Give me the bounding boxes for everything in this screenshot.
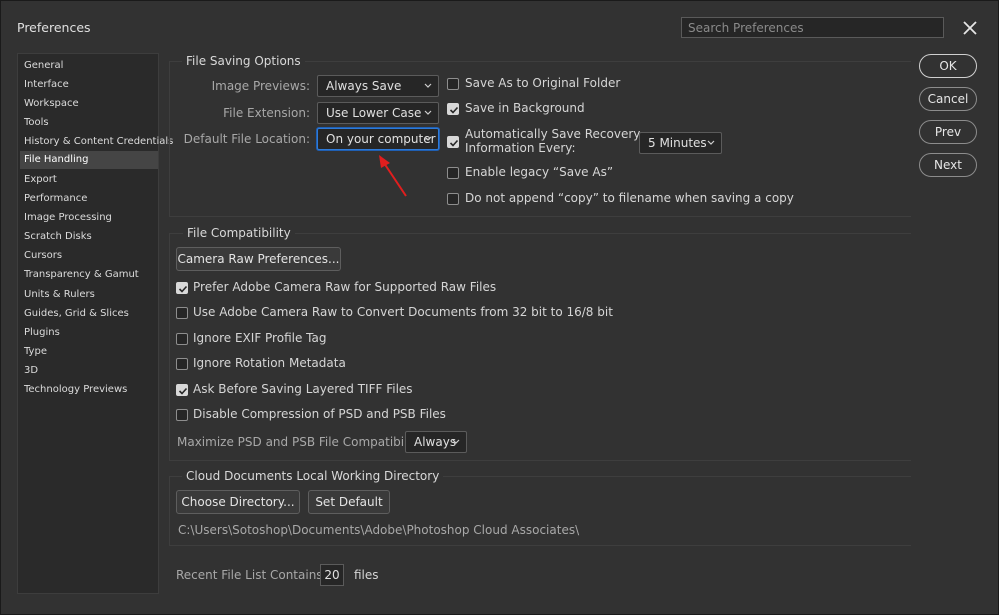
sidebar-item-file-handling[interactable]: File Handling	[20, 151, 158, 169]
legacy-save-as-checkbox[interactable]	[447, 167, 459, 179]
maximize-compatibility-select[interactable]: Always	[405, 431, 467, 453]
disable-compression-label: Disable Compression of PSD and PSB Files	[193, 407, 446, 421]
sidebar-item-export[interactable]: Export	[20, 171, 158, 189]
next-button[interactable]: Next	[919, 153, 977, 177]
sidebar-item-interface[interactable]: Interface	[20, 76, 158, 94]
set-default-button[interactable]: Set Default	[308, 490, 390, 514]
no-append-copy-label: Do not append “copy” to filename when sa…	[465, 191, 794, 205]
checkmark-icon	[449, 139, 459, 147]
default-file-location-select[interactable]: On your computer	[317, 128, 439, 150]
chevron-down-icon	[423, 79, 433, 89]
save-in-background-checkbox[interactable]	[447, 103, 459, 115]
recent-file-suffix: files	[354, 568, 379, 582]
legacy-save-as-label: Enable legacy “Save As”	[465, 165, 614, 179]
auto-save-label-line1: Automatically Save Recovery	[465, 127, 641, 141]
sidebar-item-units-rulers[interactable]: Units & Rulers	[20, 286, 158, 304]
recent-file-list-label: Recent File List Contains:	[176, 568, 327, 582]
ask-layered-tiff-checkbox[interactable]	[176, 384, 188, 396]
cancel-button[interactable]: Cancel	[919, 87, 977, 111]
search-preferences-input[interactable]	[681, 17, 944, 38]
auto-save-label-line2: Information Every:	[465, 141, 576, 155]
ok-button[interactable]: OK	[919, 54, 977, 78]
default-file-location-label: Default File Location:	[183, 132, 310, 146]
ignore-exif-checkbox[interactable]	[176, 333, 188, 345]
chevron-down-icon	[423, 106, 433, 116]
recent-file-count-input[interactable]: 20	[320, 564, 344, 586]
ask-layered-tiff-label: Ask Before Saving Layered TIFF Files	[193, 382, 413, 396]
checkmark-icon	[449, 106, 459, 114]
category-sidebar: General Interface Workspace Tools Histor…	[17, 53, 173, 594]
file-saving-options-title: File Saving Options	[182, 54, 305, 68]
sidebar-item-technology-previews[interactable]: Technology Previews	[20, 381, 158, 399]
save-in-background-label: Save in Background	[465, 101, 585, 115]
ignore-rotation-checkbox[interactable]	[176, 358, 188, 370]
sidebar-item-general[interactable]: General	[20, 57, 158, 75]
file-extension-label: File Extension:	[223, 106, 310, 120]
maximize-compatibility-value: Always	[414, 435, 457, 449]
prev-button[interactable]: Prev	[919, 120, 977, 144]
sidebar-item-history[interactable]: History & Content Credentials	[20, 133, 173, 151]
maximize-compatibility-label: Maximize PSD and PSB File Compatibility:	[177, 435, 426, 449]
title-bar: Preferences	[1, 1, 998, 43]
prefer-camera-raw-checkbox[interactable]	[176, 282, 188, 294]
camera-raw-preferences-button[interactable]: Camera Raw Preferences...	[176, 247, 341, 271]
annotation-arrow-icon	[379, 155, 407, 197]
auto-save-interval-value: 5 Minutes	[648, 136, 707, 150]
sidebar-item-3d[interactable]: 3D	[20, 362, 158, 380]
no-append-copy-checkbox[interactable]	[447, 193, 459, 205]
choose-directory-button[interactable]: Choose Directory...	[176, 490, 300, 514]
sidebar-item-guides[interactable]: Guides, Grid & Slices	[20, 305, 158, 323]
save-as-original-label: Save As to Original Folder	[465, 76, 621, 90]
image-previews-value: Always Save	[326, 79, 402, 93]
ignore-exif-label: Ignore EXIF Profile Tag	[193, 331, 327, 345]
image-previews-label: Image Previews:	[211, 79, 310, 93]
sidebar-item-tools[interactable]: Tools	[20, 114, 158, 132]
cloud-directory-path: C:\Users\Sotoshop\Documents\Adobe\Photos…	[178, 523, 580, 537]
preferences-dialog: Preferences General Interface Workspace …	[0, 0, 999, 615]
checkmark-icon	[178, 387, 188, 395]
chevron-down-icon	[706, 136, 716, 146]
file-extension-value: Use Lower Case	[326, 106, 422, 120]
sidebar-item-cursors[interactable]: Cursors	[20, 247, 158, 265]
checkmark-icon	[178, 285, 188, 293]
convert-32bit-label: Use Adobe Camera Raw to Convert Document…	[193, 305, 613, 319]
chevron-down-icon	[451, 435, 461, 445]
file-compatibility-title: File Compatibility	[183, 226, 295, 240]
sidebar-item-type[interactable]: Type	[20, 343, 158, 361]
prefer-camera-raw-label: Prefer Adobe Camera Raw for Supported Ra…	[193, 280, 497, 294]
ignore-rotation-label: Ignore Rotation Metadata	[193, 356, 346, 370]
default-file-location-value: On your computer	[326, 132, 436, 146]
sidebar-item-workspace[interactable]: Workspace	[20, 95, 158, 113]
auto-save-interval-select[interactable]: 5 Minutes	[639, 132, 722, 154]
sidebar-item-scratch-disks[interactable]: Scratch Disks	[20, 228, 158, 246]
sidebar-item-transparency[interactable]: Transparency & Gamut	[20, 266, 158, 284]
sidebar-item-image-processing[interactable]: Image Processing	[20, 209, 158, 227]
sidebar-item-performance[interactable]: Performance	[20, 190, 158, 208]
cloud-documents-title: Cloud Documents Local Working Directory	[182, 469, 444, 483]
save-as-original-checkbox[interactable]	[447, 78, 459, 90]
dialog-title: Preferences	[17, 20, 91, 35]
image-previews-select[interactable]: Always Save	[317, 75, 439, 97]
close-icon[interactable]	[961, 19, 979, 37]
sidebar-item-plugins[interactable]: Plugins	[20, 324, 158, 342]
chevron-down-icon	[423, 132, 433, 142]
auto-save-recovery-checkbox[interactable]	[447, 136, 459, 148]
convert-32bit-checkbox[interactable]	[176, 307, 188, 319]
file-extension-select[interactable]: Use Lower Case	[317, 102, 439, 124]
disable-compression-checkbox[interactable]	[176, 409, 188, 421]
